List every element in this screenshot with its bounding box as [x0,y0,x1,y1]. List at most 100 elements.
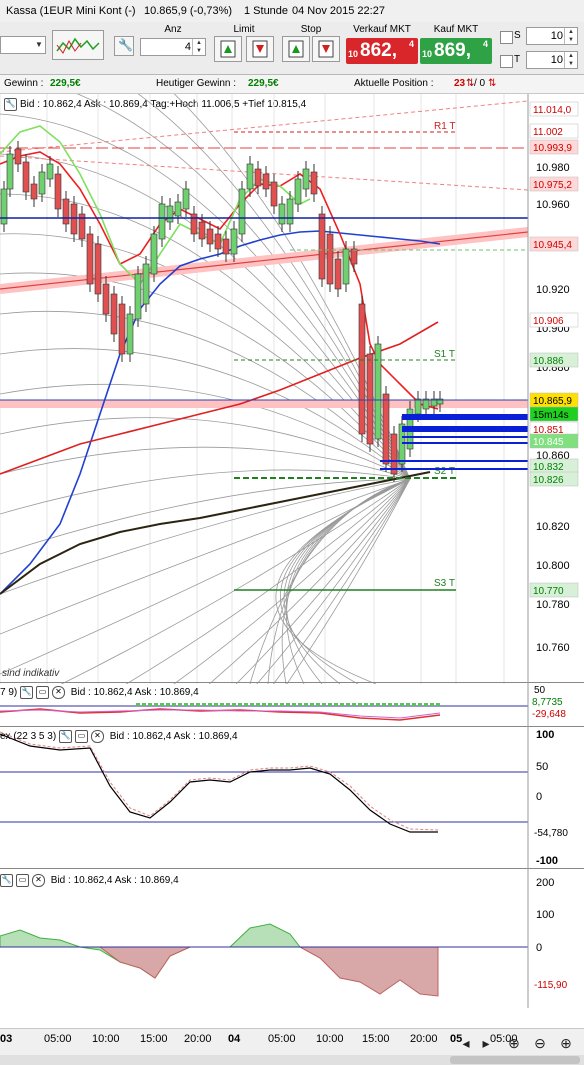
wrench-icon[interactable]: 🔧 [0,874,13,887]
candle-bearish[interactable] [214,233,222,250]
candle-bullish[interactable] [278,203,286,225]
candle-bullish[interactable] [414,398,422,415]
candle-bearish[interactable] [54,173,62,210]
candle-bullish[interactable] [166,205,174,223]
candle-bearish[interactable] [70,203,78,235]
sell-price-prefix: 10 [348,49,359,59]
close-icon[interactable]: ✕ [32,874,45,887]
candle-bullish[interactable] [174,201,182,217]
candle-bearish[interactable] [326,233,334,285]
target-checkbox[interactable] [500,55,513,68]
price-tag: 10.865,9 [533,396,572,407]
candle-bullish[interactable] [294,178,302,205]
candle-bullish[interactable] [142,263,150,305]
ind1-histogram-bar [172,703,176,706]
indicator-2-chart[interactable]: 100 50 0 -54,780 -100 [0,726,584,868]
limit-buy-button[interactable] [214,36,242,62]
ind1-histogram-bar [196,703,200,706]
fan-arc [0,469,411,515]
candle-bearish[interactable] [62,198,70,225]
candle-bearish[interactable] [318,213,326,280]
candle-bearish[interactable] [350,248,358,265]
candle-bearish[interactable] [262,173,270,190]
candle-bullish[interactable] [286,198,294,225]
candle-bearish[interactable] [102,283,110,315]
candle-bullish[interactable] [342,248,350,285]
candle-bearish[interactable] [358,303,366,435]
settings-button[interactable]: 🔧 [114,36,134,56]
quantity-stepper[interactable]: 4 ▲ ▼ [140,38,206,56]
candle-bearish[interactable] [118,303,126,355]
candle-bearish[interactable] [382,393,390,465]
order-level-bar[interactable] [402,442,528,444]
scroll-left-icon[interactable]: ◂ [458,1035,474,1051]
candle-bearish[interactable] [222,238,230,255]
stop-sell-button[interactable] [312,36,340,62]
candle-bullish[interactable] [246,163,254,190]
candle-bullish[interactable] [230,228,238,255]
candle-bearish[interactable] [110,293,118,335]
candle-bullish[interactable] [38,171,46,195]
candle-bearish[interactable] [310,171,318,195]
order-level-bar[interactable] [402,436,528,438]
target-distance-stepper[interactable]: 10 ▲ ▼ [526,51,578,69]
candle-bearish[interactable] [366,353,374,445]
candle-bearish[interactable] [206,228,214,245]
candle-bearish[interactable] [190,213,198,235]
order-level-bar[interactable] [380,468,528,470]
close-icon[interactable]: ✕ [90,730,104,743]
time-axis-label: 15:00 [362,1033,390,1045]
sell-price-main: 862, [360,40,397,61]
ind2-axis-100: 100 [536,729,554,741]
wrench-icon[interactable]: 🔧 [58,730,72,743]
candle-bearish[interactable] [94,243,102,295]
candle-bullish[interactable] [150,233,158,275]
order-level-bar[interactable] [402,414,528,420]
instrument-select[interactable]: ▼ [0,36,46,54]
s3-level-label: S3 T [434,578,455,589]
stepper-arrows-icon[interactable]: ▲ ▼ [564,52,577,68]
main-price-chart[interactable]: R1 T S1 T S2 T S3 T 10.980 10.960 10.920 10.90… [0,94,584,684]
scrollbar-thumb[interactable] [450,1056,580,1064]
quantity-value: 4 [184,41,191,53]
order-level-bar[interactable] [380,460,528,462]
window-icon[interactable]: ▭ [16,874,29,887]
order-level-bar[interactable] [402,426,528,432]
candle-bearish[interactable] [334,258,342,290]
scroll-right-icon[interactable]: ▸ [478,1035,494,1051]
candle-bearish[interactable] [30,183,38,200]
zoom-out-icon[interactable]: ⊖ [532,1035,548,1051]
candle-bullish[interactable] [46,163,54,180]
candle-bullish[interactable] [6,153,14,190]
stepper-arrows-icon[interactable]: ▲ ▼ [192,39,205,55]
ind2-value: -54,780 [534,828,568,839]
candle-bullish[interactable] [158,203,166,240]
candle-bearish[interactable] [254,168,262,187]
candle-bullish[interactable] [302,168,310,190]
candle-bullish[interactable] [374,343,382,440]
candle-bullish[interactable] [182,188,190,210]
candle-bullish[interactable] [126,313,134,355]
indicator-1-chart[interactable]: 50 8,7735 -29,648 [0,682,584,726]
buy-market-button[interactable]: 10 869, 4 [420,38,492,64]
window-icon[interactable]: ▭ [74,730,88,743]
wrench-icon: 🔧 [118,38,133,52]
candle-bearish[interactable] [198,221,206,240]
candle-bullish[interactable] [134,273,142,320]
stop-distance-stepper[interactable]: 10 ▲ ▼ [526,27,578,45]
target-short-label: T [514,54,521,65]
indicator-3-chart[interactable]: 200 100 0 -115,90 [0,868,584,1008]
zoom-in-icon[interactable]: ⊕ [558,1035,574,1051]
limit-sell-button[interactable] [246,36,274,62]
stop-checkbox[interactable] [500,31,513,44]
candle-bearish[interactable] [14,148,22,165]
candle-bearish[interactable] [270,181,278,207]
sell-market-button[interactable]: 10 862, 4 [346,38,418,64]
candle-bearish[interactable] [86,233,94,285]
stop-buy-button[interactable] [282,36,310,62]
candle-bullish[interactable] [238,188,246,235]
fit-zoom-icon[interactable]: ⊕ [506,1035,522,1051]
stepper-arrows-icon[interactable]: ▲ ▼ [564,28,577,44]
candle-bearish[interactable] [22,161,30,193]
chart-type-button[interactable] [52,30,104,60]
